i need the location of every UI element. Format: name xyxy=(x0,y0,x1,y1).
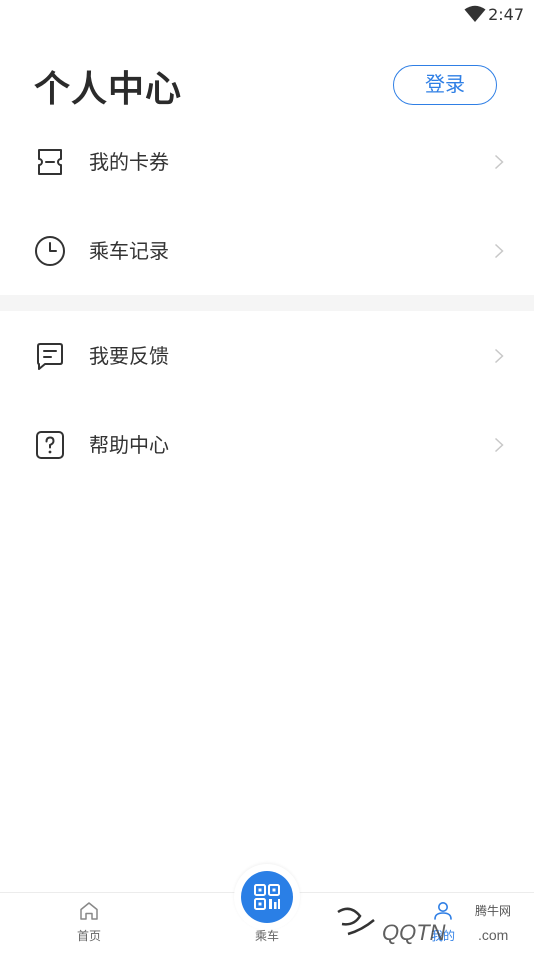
user-icon xyxy=(434,902,452,920)
help-icon xyxy=(36,431,64,459)
section-divider xyxy=(0,295,534,311)
message-icon xyxy=(37,343,63,370)
wifi-icon xyxy=(464,5,486,22)
menu-item-label: 我要反馈 xyxy=(89,344,169,368)
home-icon xyxy=(80,902,98,920)
tab-home[interactable]: 首页 xyxy=(34,893,144,950)
menu-item-label: 帮助中心 xyxy=(89,433,169,457)
menu-item-feedback[interactable]: 我要反馈 xyxy=(0,312,534,400)
qrcode-icon xyxy=(254,884,280,910)
menu-item-coupons[interactable]: 我的卡券 xyxy=(0,118,534,206)
chevron-right-icon xyxy=(494,437,504,453)
tab-ride-label: 乘车 xyxy=(254,929,279,943)
menu-item-help[interactable]: 帮助中心 xyxy=(0,401,534,489)
menu-item-label: 乘车记录 xyxy=(89,239,169,263)
status-bar: 2:47 xyxy=(0,0,534,30)
tab-home-label: 首页 xyxy=(76,929,101,943)
ride-qrcode-button[interactable] xyxy=(241,871,293,923)
clock-icon xyxy=(35,236,65,266)
status-time: 2:47 xyxy=(488,5,524,24)
chevron-right-icon xyxy=(494,154,504,170)
chevron-right-icon xyxy=(494,243,504,259)
ticket-icon xyxy=(38,149,62,175)
tab-mine[interactable]: 我的 xyxy=(388,893,498,950)
menu-item-label: 我的卡券 xyxy=(89,150,169,174)
page-title: 个人中心 xyxy=(34,69,183,110)
tab-mine-label: 我的 xyxy=(430,929,455,943)
chevron-right-icon xyxy=(494,348,504,364)
login-button[interactable]: 登录 xyxy=(393,65,497,105)
menu-item-ride-records[interactable]: 乘车记录 xyxy=(0,207,534,295)
